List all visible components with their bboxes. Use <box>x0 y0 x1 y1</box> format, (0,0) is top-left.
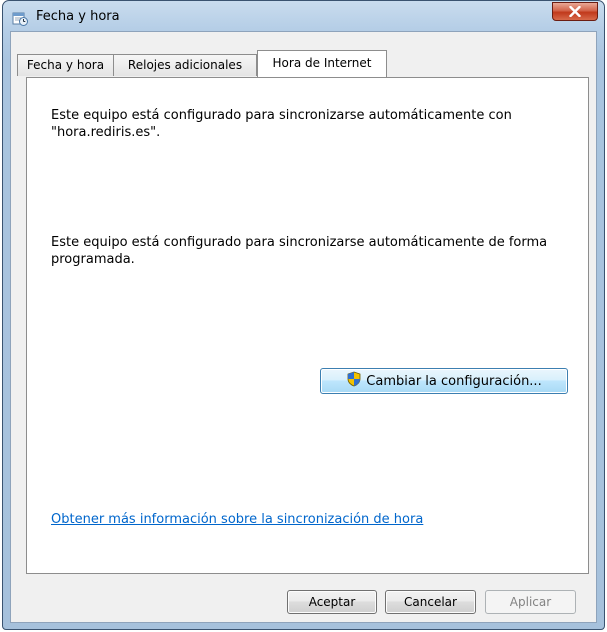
title-bar[interactable]: Fecha y hora <box>3 1 604 33</box>
tab-fecha-y-hora[interactable]: Fecha y hora <box>17 54 114 76</box>
close-icon <box>569 2 581 21</box>
ok-button[interactable]: Aceptar <box>287 590 377 614</box>
sync-schedule-text: Este equipo está configurado para sincro… <box>51 235 548 267</box>
close-button[interactable] <box>552 2 598 21</box>
tab-relojes-adicionales[interactable]: Relojes adicionales <box>113 54 257 76</box>
time-sync-info-link[interactable]: Obtener más información sobre la sincron… <box>51 512 423 527</box>
change-settings-button[interactable]: Cambiar la configuración... <box>320 368 568 394</box>
tab-hora-de-internet[interactable]: Hora de Internet <box>257 50 387 77</box>
uac-shield-icon <box>346 371 362 391</box>
tab-label: Relojes adicionales <box>127 58 243 72</box>
window-title: Fecha y hora <box>36 9 120 24</box>
tab-label: Fecha y hora <box>26 58 105 72</box>
change-settings-label: Cambiar la configuración... <box>366 373 542 389</box>
clock-calendar-icon <box>12 10 28 26</box>
cancel-button[interactable]: Cancelar <box>385 590 476 614</box>
sync-server-text: Este equipo está configurado para sincro… <box>51 108 512 140</box>
tab-label: Hora de Internet <box>272 56 372 70</box>
apply-button[interactable]: Aplicar <box>485 590 576 614</box>
internet-time-panel: Este equipo está configurado para sincro… <box>26 77 589 574</box>
